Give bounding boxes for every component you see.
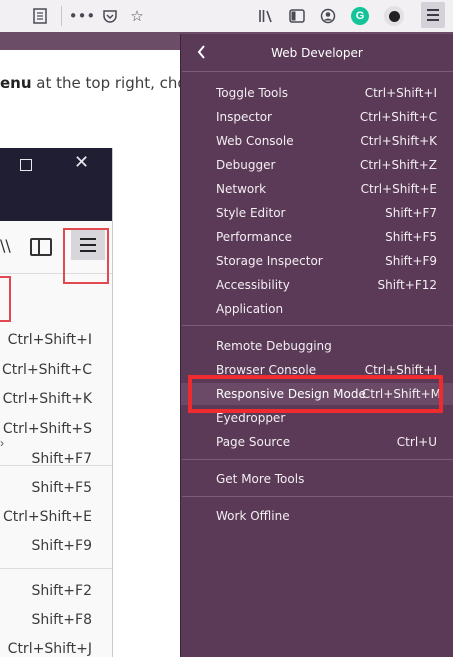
menu-item-page-source[interactable]: Page Source Ctrl+U — [181, 431, 453, 453]
menu-item-label: Performance — [216, 230, 293, 244]
library-icon: \\ — [0, 236, 11, 255]
menu-item-shortcut: Ctrl+Shift+C — [359, 110, 437, 124]
menu-item-performance[interactable]: Performance Shift+F5 — [181, 226, 453, 248]
embedded-shortcut: Ctrl+Shift+J — [7, 641, 92, 657]
panel-divider — [182, 325, 453, 326]
toolbar-separator — [61, 6, 62, 26]
menu-item-work-offline[interactable]: Work Offline — [181, 505, 453, 527]
grammarly-icon[interactable]: G — [351, 7, 369, 25]
menu-item-label: Eyedropper — [216, 411, 286, 425]
menu-item-shortcut: Ctrl+Shift+Z — [360, 158, 437, 172]
responsive-design-highlight — [188, 375, 443, 413]
embedded-shortcut: Shift+F9 — [31, 538, 92, 554]
menu-item-label: Toggle Tools — [216, 86, 288, 100]
embedded-shortcut: Shift+F7 — [31, 451, 92, 467]
library-icon[interactable] — [254, 4, 278, 28]
menu-item-accessibility[interactable]: Accessibility Shift+F12 — [181, 274, 453, 296]
extension-icon[interactable] — [384, 6, 404, 26]
menu-item-label: Web Console — [216, 134, 294, 148]
menu-item-shortcut: Ctrl+Shift+K — [360, 134, 437, 148]
menu-item-shortcut: Shift+F5 — [385, 230, 437, 244]
menu-item-label: Remote Debugging — [216, 339, 332, 353]
menu-item-label: Debugger — [216, 158, 276, 172]
embedded-divider — [0, 568, 112, 569]
embedded-shortcut: Shift+F2 — [31, 583, 92, 599]
embedded-shortcut: Ctrl+Shift+C — [2, 362, 92, 378]
menu-item-shortcut: Ctrl+Shift+I — [364, 86, 437, 100]
embedded-screenshot: ✕ \\ › Ctrl+Shift+I Ctrl+Shift+C Ctrl+Sh… — [0, 148, 113, 657]
panel-header: Web Developer — [181, 34, 453, 71]
menu-item-label: Network — [216, 182, 267, 196]
hamburger-menu-icon[interactable] — [421, 2, 445, 28]
menu-item-network[interactable]: Network Ctrl+Shift+E — [181, 178, 453, 200]
menu-item-shortcut: Shift+F12 — [377, 278, 437, 292]
panel-divider — [182, 459, 453, 460]
article-rest-text: at the top right, cho — [31, 74, 187, 92]
menu-item-shortcut: Shift+F9 — [385, 254, 437, 268]
close-icon: ✕ — [74, 152, 90, 173]
more-icon[interactable]: ••• — [69, 4, 96, 28]
menu-item-label: Get More Tools — [216, 472, 305, 486]
panel-title: Web Developer — [271, 46, 363, 60]
menu-item-storage-inspector[interactable]: Storage Inspector Shift+F9 — [181, 250, 453, 272]
embedded-shortcut: Ctrl+Shift+E — [2, 509, 92, 525]
pocket-icon[interactable] — [98, 4, 122, 28]
menu-item-debugger[interactable]: Debugger Ctrl+Shift+Z — [181, 154, 453, 176]
chevron-right-icon: › — [0, 436, 4, 450]
embedded-shortcut: Ctrl+Shift+K — [2, 391, 92, 407]
menu-item-remote-debugging[interactable]: Remote Debugging — [181, 335, 453, 357]
menu-item-style-editor[interactable]: Style Editor Shift+F7 — [181, 202, 453, 224]
menu-item-label: Inspector — [216, 110, 272, 124]
embedded-item-highlight — [0, 276, 11, 322]
embedded-shortcut: Shift+F8 — [31, 612, 92, 628]
menu-item-get-more-tools[interactable]: Get More Tools — [181, 468, 453, 490]
embedded-shortcut: Ctrl+Shift+I — [7, 332, 92, 348]
panel-divider — [182, 496, 453, 497]
reader-view-icon[interactable] — [28, 4, 52, 28]
menu-item-toggle-tools[interactable]: Toggle Tools Ctrl+Shift+I — [181, 82, 453, 104]
panel-divider — [182, 71, 453, 72]
menu-item-label: Storage Inspector — [216, 254, 323, 268]
article-bold-text: enu — [0, 74, 32, 92]
article-text: enu at the top right, cho — [0, 74, 187, 92]
account-icon[interactable] — [316, 4, 340, 28]
browser-toolbar: ••• ☆ G — [0, 0, 453, 32]
menu-item-shortcut: Ctrl+Shift+E — [360, 182, 437, 196]
web-developer-panel: Web Developer Toggle Tools Ctrl+Shift+I I… — [180, 34, 453, 657]
menu-item-web-console[interactable]: Web Console Ctrl+Shift+K — [181, 130, 453, 152]
menu-item-inspector[interactable]: Inspector Ctrl+Shift+C — [181, 106, 453, 128]
sidebar-icon — [30, 238, 52, 256]
menu-item-application[interactable]: Application — [181, 298, 453, 320]
embedded-titlebar: ✕ — [0, 148, 112, 221]
menu-item-label: Application — [216, 302, 284, 316]
menu-item-shortcut: Ctrl+U — [396, 435, 437, 449]
menu-item-label: Work Offline — [216, 509, 290, 523]
maximize-icon — [20, 159, 32, 171]
embedded-shortcut: Shift+F5 — [31, 480, 92, 496]
menu-item-label: Accessibility — [216, 278, 290, 292]
menu-item-label: Page Source — [216, 435, 291, 449]
embedded-shortcut: Ctrl+Shift+S — [2, 421, 92, 437]
menu-item-shortcut: Shift+F7 — [385, 206, 437, 220]
embedded-menu-highlight — [63, 228, 109, 284]
bookmark-star-icon[interactable]: ☆ — [125, 4, 149, 28]
sidebar-icon[interactable] — [285, 4, 309, 28]
menu-item-label: Style Editor — [216, 206, 286, 220]
